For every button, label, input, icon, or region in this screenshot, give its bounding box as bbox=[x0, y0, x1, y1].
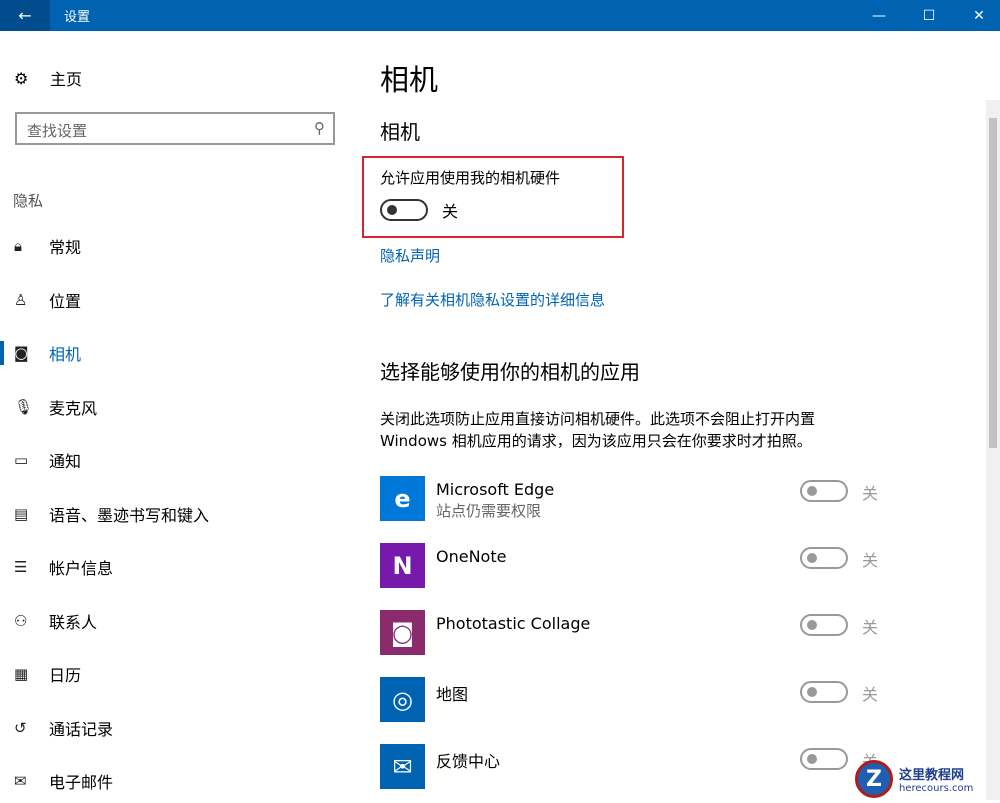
sidebar-item-label: 相机 bbox=[49, 341, 81, 365]
sidebar-item-label: 语音、墨迹书写和键入 bbox=[49, 502, 209, 526]
app-name: Phototastic Collage bbox=[436, 614, 590, 633]
sidebar-item-2[interactable]: ◙相机 bbox=[0, 341, 81, 365]
scrollbar-thumb[interactable] bbox=[989, 118, 997, 448]
allow-state: 关 bbox=[442, 198, 458, 222]
section-privacy: 隐私 bbox=[13, 190, 43, 211]
location-icon: ♙ bbox=[0, 291, 49, 309]
app-toggle[interactable] bbox=[800, 480, 848, 502]
app-toggle[interactable] bbox=[800, 614, 848, 636]
search-icon[interactable]: ⚲ bbox=[314, 119, 325, 137]
sidebar-item-10[interactable]: ✉电子邮件 bbox=[0, 769, 113, 793]
watermark-url: herecours.com bbox=[899, 783, 973, 794]
window-title: 设置 bbox=[64, 6, 90, 25]
sidebar-item-label: 通话记录 bbox=[49, 716, 113, 740]
app-state: 关 bbox=[862, 480, 878, 504]
sidebar-item-label: 通知 bbox=[49, 448, 81, 472]
sidebar-item-3[interactable]: 🎙︎麦克风 bbox=[0, 395, 97, 419]
app-name: 地图 bbox=[436, 681, 468, 705]
sidebar-item-7[interactable]: ⚇联系人 bbox=[0, 609, 97, 633]
back-button[interactable]: ← bbox=[0, 0, 50, 31]
sidebar-item-8[interactable]: ▦日历 bbox=[0, 662, 81, 686]
gear-icon: ⚙ bbox=[14, 69, 50, 88]
minimize-button[interactable]: — bbox=[856, 0, 902, 31]
app-row: ✉ 反馈中心 关 bbox=[380, 744, 880, 790]
sidebar-item-label: 日历 bbox=[49, 662, 81, 686]
app-toggle[interactable] bbox=[800, 681, 848, 703]
sidebar-item-label: 麦克风 bbox=[49, 395, 97, 419]
sidebar-item-9[interactable]: ↺通话记录 bbox=[0, 716, 113, 740]
privacy-statement-link[interactable]: 隐私声明 bbox=[380, 245, 440, 266]
sidebar-item-1[interactable]: ♙位置 bbox=[0, 288, 81, 312]
camera-icon: ◙ bbox=[0, 344, 49, 362]
microphone-icon: 🎙︎ bbox=[0, 398, 49, 416]
sidebar-item-label: 位置 bbox=[49, 288, 81, 312]
section-apps: 选择能够使用你的相机的应用 bbox=[380, 356, 640, 385]
sidebar-item-label: 联系人 bbox=[49, 609, 97, 633]
scrollbar[interactable] bbox=[986, 100, 1000, 800]
home-link[interactable]: ⚙主页 bbox=[14, 66, 82, 90]
app-row: ◎ 地图 关 bbox=[380, 677, 880, 723]
app-row: N OneNote 关 bbox=[380, 543, 880, 589]
search-placeholder: 查找设置 bbox=[27, 122, 87, 140]
app-toggle[interactable] bbox=[800, 547, 848, 569]
app-state: 关 bbox=[862, 681, 878, 705]
sidebar-item-0[interactable]: 🔒︎常规 bbox=[0, 234, 81, 258]
watermark-logo-icon: Z bbox=[855, 760, 893, 798]
app-logo-icon: e bbox=[380, 476, 425, 521]
app-subtitle: 站点仍需要权限 bbox=[436, 500, 541, 521]
allow-label: 允许应用使用我的相机硬件 bbox=[380, 167, 560, 188]
app-state: 关 bbox=[862, 547, 878, 571]
apps-description: 关闭此选项防止应用直接访问相机硬件。此选项不会阻止打开内置 Windows 相机… bbox=[380, 408, 880, 452]
notification-icon: ▭ bbox=[0, 451, 49, 469]
allow-camera-toggle[interactable] bbox=[380, 199, 428, 221]
app-row: ◙ Phototastic Collage 关 bbox=[380, 610, 880, 656]
maximize-button[interactable]: ☐ bbox=[906, 0, 952, 31]
close-button[interactable]: ✕ bbox=[956, 0, 1000, 31]
app-row: e Microsoft Edge 站点仍需要权限 关 bbox=[380, 476, 880, 522]
app-name: OneNote bbox=[436, 547, 506, 566]
app-state: 关 bbox=[862, 614, 878, 638]
app-logo-icon: ✉ bbox=[380, 744, 425, 789]
app-logo-icon: N bbox=[380, 543, 425, 588]
sidebar-item-label: 帐户信息 bbox=[49, 555, 113, 579]
sidebar-item-4[interactable]: ▭通知 bbox=[0, 448, 81, 472]
sidebar-item-label: 常规 bbox=[49, 234, 81, 258]
title-bar: ← 设置 — ☐ ✕ bbox=[0, 0, 1000, 31]
watermark-name: 这里教程网 bbox=[899, 764, 973, 783]
sidebar-item-label: 电子邮件 bbox=[49, 769, 113, 793]
lock-icon: 🔒︎ bbox=[0, 237, 49, 255]
app-logo-icon: ◙ bbox=[380, 610, 425, 655]
page-title: 相机 bbox=[380, 57, 438, 99]
calendar-icon: ▦ bbox=[0, 665, 49, 683]
account-icon: ☰ bbox=[0, 558, 49, 576]
sidebar-item-5[interactable]: ▤语音、墨迹书写和键入 bbox=[0, 502, 209, 526]
app-toggle[interactable] bbox=[800, 748, 848, 770]
section-camera: 相机 bbox=[380, 116, 420, 145]
clipboard-icon: ▤ bbox=[0, 505, 49, 523]
app-name: Microsoft Edge bbox=[436, 480, 554, 499]
details-link[interactable]: 了解有关相机隐私设置的详细信息 bbox=[380, 289, 605, 310]
mail-icon: ✉ bbox=[0, 772, 49, 790]
app-logo-icon: ◎ bbox=[380, 677, 425, 722]
search-input[interactable]: 查找设置 ⚲ bbox=[15, 112, 335, 145]
watermark: Z 这里教程网herecours.com bbox=[855, 760, 973, 798]
sidebar-item-6[interactable]: ☰帐户信息 bbox=[0, 555, 113, 579]
history-icon: ↺ bbox=[0, 719, 49, 737]
contacts-icon: ⚇ bbox=[0, 612, 49, 630]
app-name: 反馈中心 bbox=[436, 748, 500, 772]
home-label: 主页 bbox=[50, 66, 82, 90]
